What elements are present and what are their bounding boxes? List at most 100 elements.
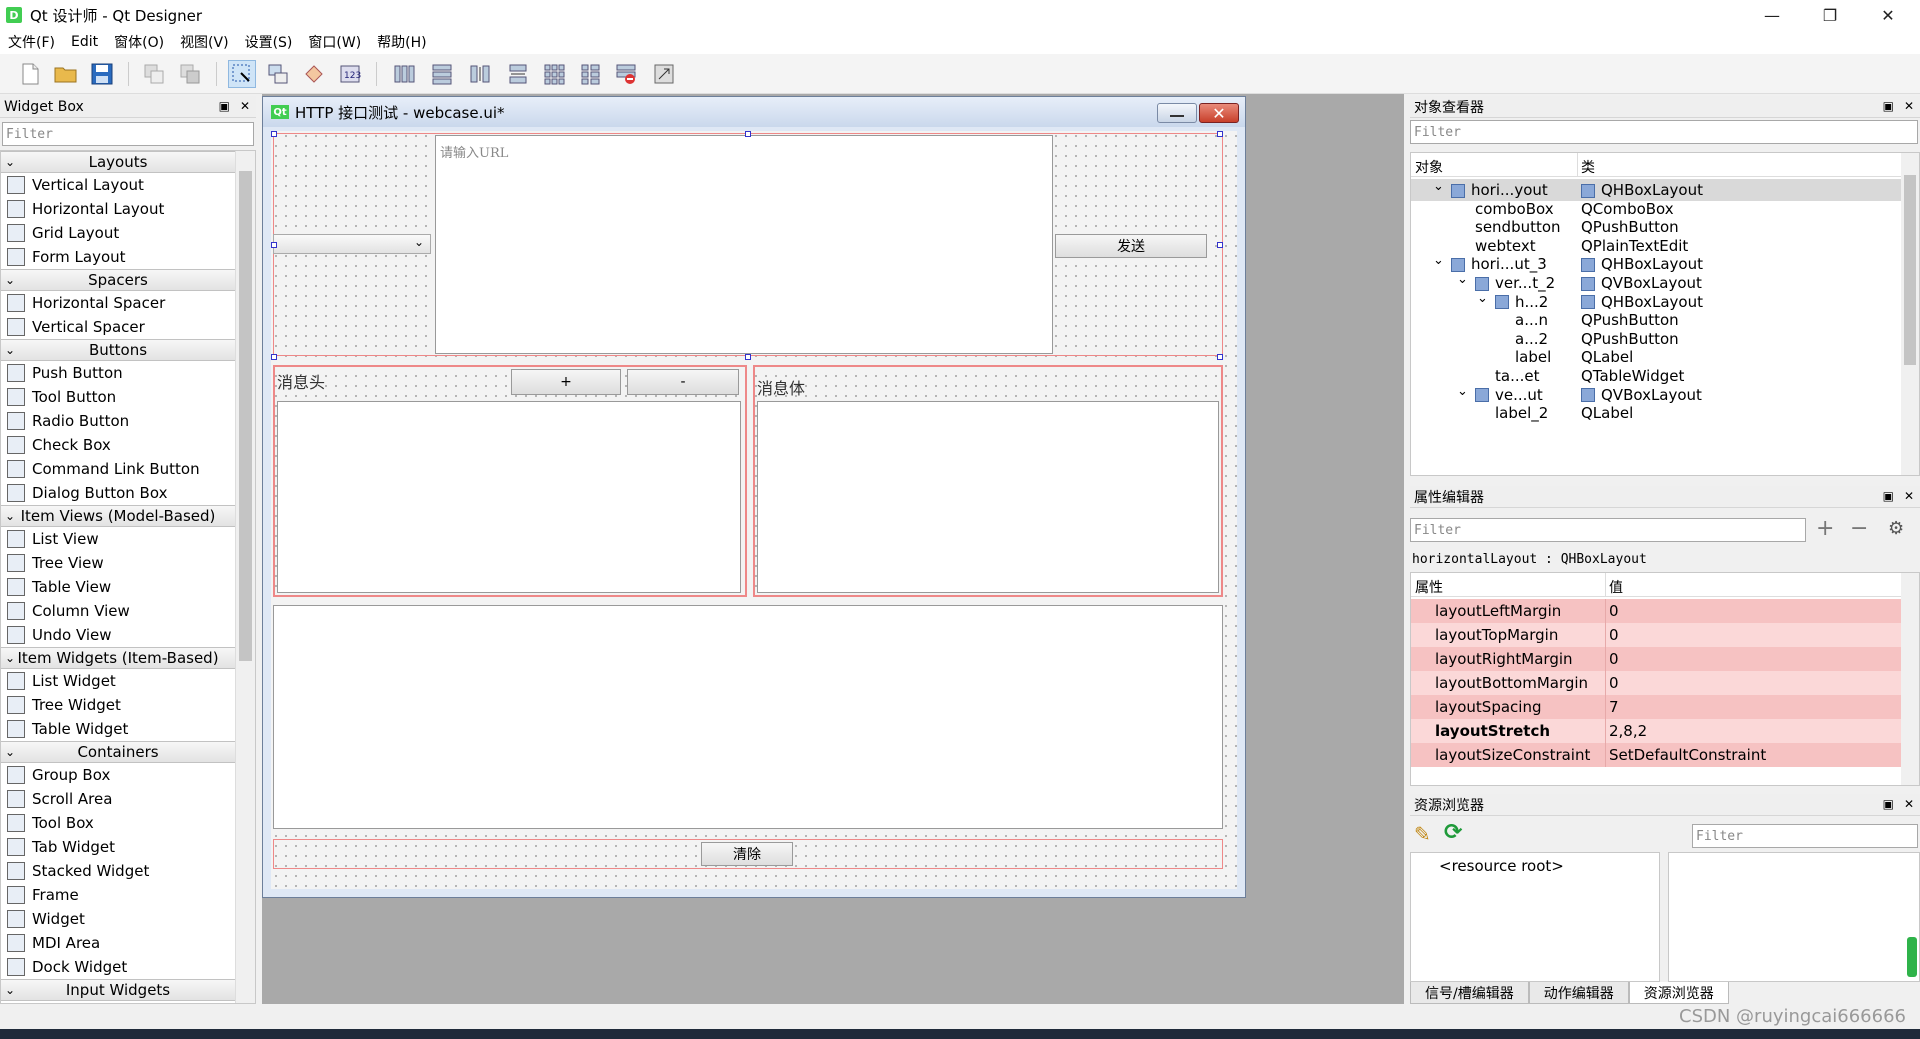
menu-view[interactable]: 视图(V): [172, 32, 237, 52]
edit-widgets-icon[interactable]: [228, 60, 256, 88]
float-icon[interactable]: ▣: [1883, 797, 1894, 811]
form-layout-icon[interactable]: [576, 60, 604, 88]
property-row[interactable]: layoutBottomMargin 0: [1411, 671, 1901, 695]
resource-browser-filter[interactable]: Filter: [1692, 824, 1918, 848]
selection-handle[interactable]: [1217, 354, 1223, 360]
property-row[interactable]: layoutSpacing 7: [1411, 695, 1901, 719]
selection-handle[interactable]: [1217, 242, 1223, 248]
minimize-button[interactable]: —: [1743, 0, 1801, 30]
col-object[interactable]: 对象: [1415, 157, 1443, 177]
selection-handle[interactable]: [745, 354, 751, 360]
widget-item-tool-button[interactable]: Tool Button: [1, 385, 235, 409]
close-button[interactable]: ✕: [1859, 0, 1917, 30]
add-property-icon[interactable]: +: [1816, 516, 1834, 541]
url-input[interactable]: 请输入URL: [435, 135, 1053, 354]
edit-resources-icon[interactable]: ✎: [1414, 822, 1431, 846]
chevron-down-icon[interactable]: ⌄: [1457, 384, 1468, 399]
widget-item-command-link-button[interactable]: Command Link Button: [1, 457, 235, 481]
tab-action-editor[interactable]: 动作编辑器: [1528, 982, 1629, 1004]
property-row[interactable]: layoutStretch 2,8,2: [1411, 719, 1901, 743]
form-titlebar[interactable]: Qt HTTP 接口测试 - webcase.ui* ✕: [263, 97, 1245, 127]
response-text[interactable]: [273, 605, 1223, 829]
new-file-icon[interactable]: [16, 60, 44, 88]
remove-header-button[interactable]: -: [627, 369, 739, 395]
chevron-down-icon[interactable]: ⌄: [1457, 272, 1468, 287]
header-table[interactable]: [277, 401, 741, 593]
chevron-down-icon[interactable]: ⌄: [1433, 253, 1444, 268]
body-text[interactable]: [757, 401, 1219, 593]
remove-property-icon[interactable]: −: [1850, 516, 1868, 541]
lay-out-horizontally-icon[interactable]: [390, 60, 418, 88]
category-item-widgets-item-based[interactable]: ⌄ Item Widgets (Item-Based): [1, 647, 235, 669]
menu-form[interactable]: 窗体(O): [106, 32, 172, 52]
widget-item-radio-button[interactable]: Radio Button: [1, 409, 235, 433]
widget-item-horizontal-layout[interactable]: Horizontal Layout: [1, 197, 235, 221]
edit-tab-order-icon[interactable]: 123: [336, 60, 364, 88]
widget-item-tree-view[interactable]: Tree View: [1, 551, 235, 575]
property-value[interactable]: 0: [1609, 602, 1619, 620]
horizontal-splitter-icon[interactable]: [466, 60, 494, 88]
selection-handle[interactable]: [1217, 131, 1223, 137]
object-tree-row[interactable]: label_2 QLabel: [1411, 402, 1901, 424]
category-input-widgets[interactable]: ⌄ Input Widgets: [1, 979, 235, 1001]
category-layouts[interactable]: ⌄ Layouts: [1, 151, 235, 173]
menu-file[interactable]: 文件(F): [0, 32, 63, 52]
property-row[interactable]: layoutSizeConstraint SetDefaultConstraint: [1411, 743, 1901, 767]
category-item-views-model-based[interactable]: ⌄ Item Views (Model-Based): [1, 505, 235, 527]
widget-box-scrollbar[interactable]: [235, 151, 255, 1003]
property-value[interactable]: 7: [1609, 698, 1619, 716]
widget-item-scroll-area[interactable]: Scroll Area: [1, 787, 235, 811]
widget-item-group-box[interactable]: Group Box: [1, 763, 235, 787]
widget-item-table-widget[interactable]: Table Widget: [1, 717, 235, 741]
maximize-button[interactable]: ❐: [1801, 0, 1859, 30]
property-row[interactable]: layoutRightMargin 0: [1411, 647, 1901, 671]
close-icon[interactable]: ✕: [1904, 99, 1914, 113]
float-icon[interactable]: ▣: [1883, 489, 1894, 503]
widget-item-undo-view[interactable]: Undo View: [1, 623, 235, 647]
widget-item-list-view[interactable]: List View: [1, 527, 235, 551]
widget-item-mdi-area[interactable]: MDI Area: [1, 931, 235, 955]
widget-item-push-button[interactable]: Push Button: [1, 361, 235, 385]
widget-item-column-view[interactable]: Column View: [1, 599, 235, 623]
selection-handle[interactable]: [271, 354, 277, 360]
float-icon[interactable]: ▣: [219, 99, 230, 113]
property-row[interactable]: layoutTopMargin 0: [1411, 623, 1901, 647]
object-tree-scrollbar[interactable]: [1901, 153, 1919, 475]
object-inspector-filter[interactable]: Filter: [1410, 120, 1918, 144]
form-minimize-button[interactable]: [1157, 103, 1197, 123]
tab-signal-slot-editor[interactable]: 信号/槽编辑器: [1410, 982, 1529, 1004]
paste-icon[interactable]: [176, 60, 204, 88]
widget-box-filter[interactable]: Filter: [2, 122, 254, 146]
property-value[interactable]: 0: [1609, 650, 1619, 668]
menu-settings[interactable]: 设置(S): [237, 32, 301, 52]
widget-item-widget[interactable]: Widget: [1, 907, 235, 931]
menu-help[interactable]: 帮助(H): [369, 32, 434, 52]
save-icon[interactable]: [88, 60, 116, 88]
close-icon[interactable]: ✕: [1904, 489, 1914, 503]
col-class[interactable]: 类: [1581, 157, 1595, 177]
widget-item-grid-layout[interactable]: Grid Layout: [1, 221, 235, 245]
clear-button[interactable]: 清除: [701, 842, 793, 866]
break-layout-icon[interactable]: [612, 60, 640, 88]
lay-out-vertically-icon[interactable]: [428, 60, 456, 88]
widget-item-frame[interactable]: Frame: [1, 883, 235, 907]
open-folder-icon[interactable]: [52, 60, 80, 88]
reload-icon[interactable]: ⟳: [1444, 820, 1462, 845]
widget-item-dialog-button-box[interactable]: Dialog Button Box: [1, 481, 235, 505]
property-value[interactable]: 0: [1609, 674, 1619, 692]
float-icon[interactable]: ▣: [1883, 99, 1894, 113]
widget-item-horizontal-spacer[interactable]: Horizontal Spacer: [1, 291, 235, 315]
adjust-size-icon[interactable]: [650, 60, 678, 88]
menu-edit[interactable]: Edit: [63, 34, 106, 50]
property-row[interactable]: layoutLeftMargin 0: [1411, 599, 1901, 623]
selection-handle[interactable]: [271, 242, 277, 248]
chevron-down-icon[interactable]: ⌄: [1433, 179, 1444, 194]
form-close-button[interactable]: ✕: [1199, 103, 1239, 123]
form-canvas[interactable]: ⌄ 请输入URL 发送 消息头 + - 消息体 清除: [271, 131, 1237, 889]
edit-buddies-icon[interactable]: [300, 60, 328, 88]
tab-resource-browser[interactable]: 资源浏览器: [1628, 982, 1729, 1004]
close-icon[interactable]: ✕: [1904, 797, 1914, 811]
property-editor-filter[interactable]: Filter: [1410, 518, 1806, 542]
vertical-splitter-icon[interactable]: [504, 60, 532, 88]
selection-handle[interactable]: [745, 131, 751, 137]
